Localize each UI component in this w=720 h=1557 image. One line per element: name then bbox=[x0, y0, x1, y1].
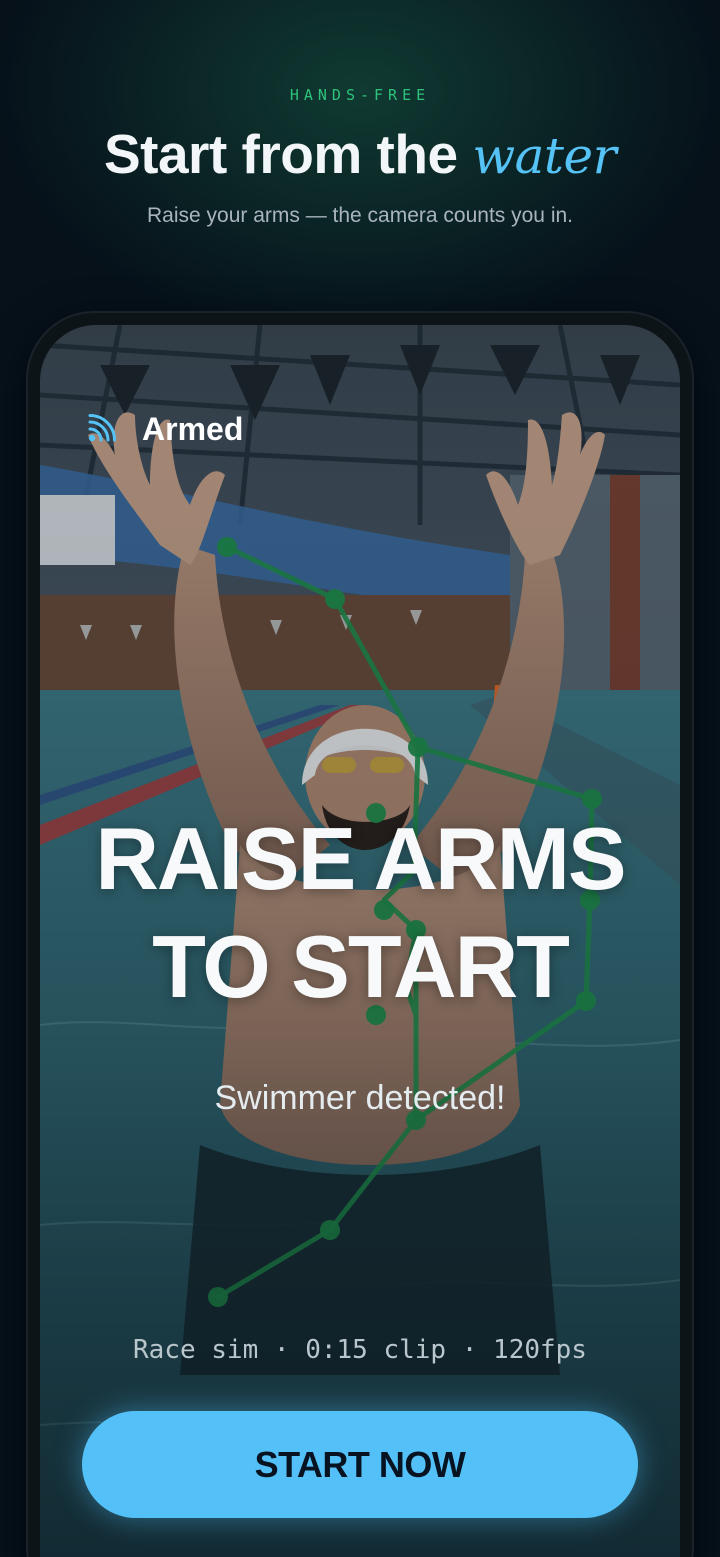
detection-message: Swimmer detected! bbox=[214, 1079, 506, 1117]
title-accent: water bbox=[472, 127, 617, 185]
start-now-button[interactable]: START NOW bbox=[82, 1411, 638, 1518]
onboarding-screen: HANDS-FREE Start from the water Raise yo… bbox=[0, 0, 720, 1557]
armed-status: Armed bbox=[86, 409, 243, 449]
title-main: Start from the bbox=[103, 123, 473, 185]
start-prompt: RAISE ARMS TO START bbox=[40, 805, 680, 1021]
page-subtitle: Raise your arms — the camera counts you … bbox=[146, 204, 573, 227]
signal-broadcast-icon bbox=[86, 414, 116, 444]
prompt-line-1: RAISE ARMS bbox=[95, 809, 626, 908]
prompt-line-2: TO START bbox=[152, 917, 570, 1016]
camera-preview: Armed RAISE ARMS TO START Swimmer detect… bbox=[40, 325, 680, 1557]
status-label: Armed bbox=[142, 410, 244, 447]
eyebrow-label: HANDS-FREE bbox=[289, 86, 431, 104]
page-title: Start from the water bbox=[0, 122, 720, 186]
clip-info: Race sim · 0:15 clip · 120fps bbox=[133, 1335, 587, 1365]
